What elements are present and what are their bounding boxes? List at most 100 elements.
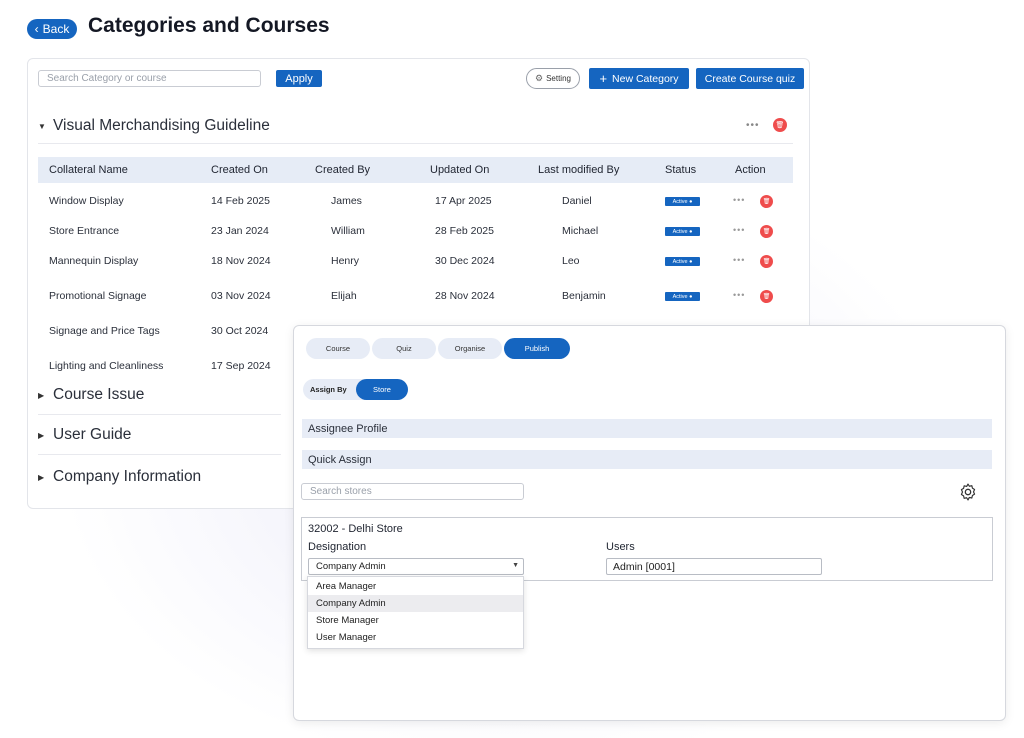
- caret-right-icon: ▶: [38, 390, 45, 400]
- publish-panel: Course Quiz Organise Publish Assign By S…: [293, 325, 1006, 721]
- assign-by-toggle: Assign By Store: [303, 379, 408, 400]
- designation-label: Designation: [308, 541, 367, 553]
- cell-collateral-name: Lighting and Cleanliness: [49, 360, 164, 372]
- divider: [38, 414, 281, 415]
- assignee-profile-bar[interactable]: Assignee Profile: [302, 419, 992, 438]
- divider: [38, 143, 793, 144]
- table-header: Collateral Name Created On Created By Up…: [38, 157, 793, 183]
- designation-dropdown: Area Manager Company Admin Store Manager…: [307, 576, 524, 649]
- tab-quiz[interactable]: Quiz: [372, 338, 436, 359]
- section-user-guide[interactable]: ▶ User Guide: [38, 426, 131, 444]
- cell-updated-on: 30 Dec 2024: [435, 255, 495, 267]
- store-name: 32002 - Delhi Store: [308, 523, 403, 535]
- cell-modified-by: Leo: [562, 255, 580, 267]
- apply-button[interactable]: Apply: [276, 70, 322, 87]
- caret-down-icon: ▼: [512, 562, 519, 569]
- cell-created-by: Henry: [331, 255, 360, 267]
- more-options-icon[interactable]: •••: [733, 255, 745, 265]
- search-stores-input[interactable]: [301, 483, 524, 500]
- cell-created-by: William: [331, 225, 365, 237]
- chevron-left-icon: ‹: [34, 22, 39, 36]
- section-label: Course Issue: [53, 386, 145, 403]
- section-label: Company Information: [53, 468, 202, 485]
- table-row[interactable]: Promotional Signage 03 Nov 2024 Elijah 2…: [38, 287, 793, 307]
- column-header: Last modified By: [538, 164, 620, 176]
- gear-icon: ⚙: [535, 73, 544, 83]
- cell-created-by: Elijah: [331, 290, 357, 302]
- dropdown-option-store-manager[interactable]: Store Manager: [308, 612, 523, 629]
- page-title: Categories and Courses: [88, 14, 330, 37]
- table-row[interactable]: Store Entrance 23 Jan 2024 William 28 Fe…: [38, 222, 793, 242]
- create-course-quiz-button[interactable]: Create Course quiz: [696, 68, 804, 89]
- cell-collateral-name: Store Entrance: [49, 225, 120, 237]
- new-category-label: New Category: [612, 72, 679, 85]
- designation-value: Company Admin: [316, 561, 386, 572]
- table-row[interactable]: Window Display 14 Feb 2025 James 17 Apr …: [38, 192, 793, 212]
- section-visual-merchandising[interactable]: ▼ Visual Merchandising Guideline: [38, 117, 270, 135]
- cell-created-on: 17 Sep 2024: [211, 360, 271, 372]
- cell-created-on: 30 Oct 2024: [211, 325, 269, 337]
- assign-by-label: Assign By: [310, 385, 347, 394]
- cell-collateral-name: Mannequin Display: [49, 255, 139, 267]
- divider: [38, 454, 281, 455]
- setting-label: Setting: [546, 74, 571, 83]
- dropdown-option-company-admin[interactable]: Company Admin: [308, 595, 523, 612]
- more-options-icon[interactable]: •••: [733, 225, 745, 235]
- more-options-icon[interactable]: •••: [733, 290, 745, 300]
- section-company-information[interactable]: ▶ Company Information: [38, 468, 201, 486]
- column-header: Status: [665, 164, 697, 176]
- cell-created-by: James: [331, 195, 362, 207]
- column-header: Created On: [211, 164, 268, 176]
- more-options-icon[interactable]: •••: [733, 195, 745, 205]
- cell-created-on: 23 Jan 2024: [211, 225, 269, 237]
- tab-organise[interactable]: Organise: [438, 338, 502, 359]
- cell-modified-by: Daniel: [562, 195, 592, 207]
- back-button[interactable]: ‹ Back: [27, 19, 77, 39]
- designation-select[interactable]: Company Admin ▼: [308, 558, 524, 575]
- column-header: Action: [735, 164, 766, 176]
- cell-created-on: 14 Feb 2025: [211, 195, 270, 207]
- users-field[interactable]: Admin [0001]: [606, 558, 822, 575]
- caret-right-icon: ▶: [38, 472, 45, 482]
- cell-collateral-name: Window Display: [49, 195, 124, 207]
- column-header: Collateral Name: [49, 164, 128, 176]
- users-value: Admin [0001]: [613, 560, 675, 573]
- section-course-issue[interactable]: ▶ Course Issue: [38, 386, 144, 404]
- status-badge: Active ●: [665, 257, 700, 266]
- column-header: Updated On: [430, 164, 490, 176]
- search-category-input[interactable]: [38, 70, 261, 87]
- more-options-icon[interactable]: •••: [746, 120, 760, 131]
- trash-icon[interactable]: 🗑: [760, 255, 773, 268]
- caret-down-icon: ▼: [38, 121, 46, 131]
- cell-modified-by: Benjamin: [562, 290, 606, 302]
- tab-bar: Course Quiz Organise Publish: [306, 338, 570, 359]
- back-label: Back: [42, 22, 70, 36]
- trash-icon[interactable]: 🗑: [773, 118, 787, 132]
- quick-assign-bar[interactable]: Quick Assign: [302, 450, 992, 469]
- plus-icon: +: [599, 71, 608, 86]
- tab-publish[interactable]: Publish: [504, 338, 570, 359]
- section-label: User Guide: [53, 426, 132, 443]
- setting-button[interactable]: ⚙ Setting: [526, 68, 580, 89]
- trash-icon[interactable]: 🗑: [760, 290, 773, 303]
- caret-right-icon: ▶: [38, 430, 45, 440]
- trash-icon[interactable]: 🗑: [760, 195, 773, 208]
- users-label: Users: [606, 541, 635, 553]
- dropdown-option-user-manager[interactable]: User Manager: [308, 629, 523, 646]
- store-assignment-card: 32002 - Delhi Store Designation Users Co…: [301, 517, 993, 581]
- table-row[interactable]: Mannequin Display 18 Nov 2024 Henry 30 D…: [38, 252, 793, 272]
- new-category-button[interactable]: + New Category: [589, 68, 689, 89]
- cell-updated-on: 28 Feb 2025: [435, 225, 494, 237]
- gear-icon[interactable]: [958, 482, 978, 502]
- cell-updated-on: 17 Apr 2025: [435, 195, 492, 207]
- column-header: Created By: [315, 164, 371, 176]
- status-badge: Active ●: [665, 227, 700, 236]
- section-label: Visual Merchandising Guideline: [53, 117, 270, 134]
- assign-by-store-button[interactable]: Store: [356, 379, 408, 400]
- cell-collateral-name: Signage and Price Tags: [49, 325, 160, 337]
- cell-collateral-name: Promotional Signage: [49, 290, 147, 302]
- dropdown-option-area-manager[interactable]: Area Manager: [308, 578, 523, 595]
- cell-modified-by: Michael: [562, 225, 599, 237]
- trash-icon[interactable]: 🗑: [760, 225, 773, 238]
- tab-course[interactable]: Course: [306, 338, 370, 359]
